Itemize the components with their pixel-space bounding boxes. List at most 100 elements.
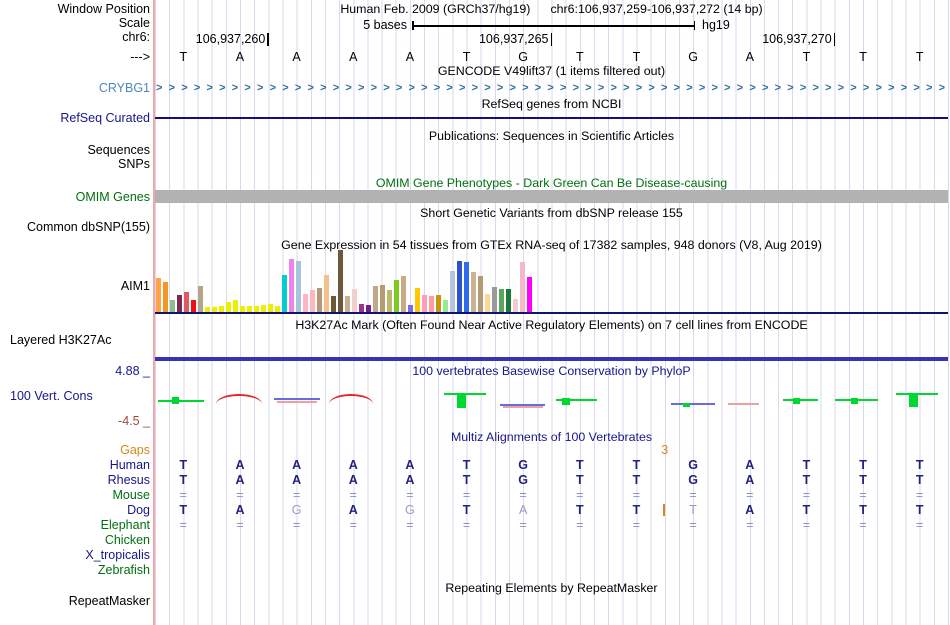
reference-base: A bbox=[745, 50, 754, 64]
gtex-bar[interactable] bbox=[519, 262, 525, 312]
phylop-line bbox=[783, 399, 818, 401]
refseq-curated-label[interactable]: RefSeq Curated bbox=[0, 111, 150, 125]
repeatmasker-track-title[interactable]: Repeating Elements by RepeatMasker bbox=[155, 581, 948, 595]
scalebar-label: 5 bases bbox=[363, 18, 407, 32]
gtex-baseline bbox=[155, 312, 948, 314]
align-base-elephant: = bbox=[406, 518, 414, 532]
gtex-bar[interactable] bbox=[323, 275, 329, 312]
align-base-human: T bbox=[576, 458, 584, 472]
gtex-bar[interactable] bbox=[155, 278, 161, 312]
align-base-human: T bbox=[462, 458, 471, 472]
refseq-track-title[interactable]: RefSeq genes from NCBI bbox=[155, 97, 948, 111]
gtex-bar[interactable] bbox=[393, 280, 399, 312]
gtex-bar[interactable] bbox=[386, 290, 392, 312]
phylop-line bbox=[277, 401, 317, 403]
gtex-bar[interactable] bbox=[456, 261, 462, 312]
gtex-bar[interactable] bbox=[337, 250, 343, 312]
align-base-elephant: = bbox=[859, 518, 867, 532]
gtex-bar[interactable] bbox=[351, 289, 357, 312]
gtex-bar[interactable] bbox=[176, 295, 182, 312]
gtex-bar[interactable] bbox=[449, 271, 455, 312]
align-base-dog: G bbox=[405, 503, 415, 517]
species-label-elephant[interactable]: Elephant bbox=[0, 518, 150, 532]
h3k27ac-signal-line[interactable] bbox=[155, 357, 948, 361]
h3k27ac-track-title[interactable]: H3K27Ac Mark (Often Found Near Active Re… bbox=[155, 318, 948, 332]
gtex-bar[interactable] bbox=[197, 286, 203, 312]
species-label-xtropicalis[interactable]: X_tropicalis bbox=[0, 548, 150, 562]
repeatmasker-label[interactable]: RepeatMasker bbox=[0, 594, 150, 608]
conservation-track-title[interactable]: 100 vertebrates Basewise Conservation by… bbox=[155, 364, 948, 378]
gtex-bar[interactable] bbox=[512, 299, 518, 312]
gtex-bar[interactable] bbox=[379, 285, 385, 312]
gtex-bar[interactable] bbox=[407, 305, 413, 312]
gencode-track-title[interactable]: GENCODE V49lift37 (1 items filtered out) bbox=[155, 64, 948, 78]
common-dbsnp-label[interactable]: Common dbSNP(155) bbox=[0, 220, 150, 234]
gtex-bar[interactable] bbox=[484, 294, 490, 312]
gtex-bar[interactable] bbox=[162, 282, 168, 312]
gtex-bar[interactable] bbox=[169, 300, 175, 312]
gtex-bar[interactable] bbox=[526, 277, 532, 312]
gtex-bar[interactable] bbox=[505, 289, 511, 312]
gtex-bar[interactable] bbox=[330, 296, 336, 312]
gtex-bar[interactable] bbox=[372, 286, 378, 312]
conservation-track-label[interactable]: 100 Vert. Cons bbox=[10, 389, 93, 403]
multiz-track-title[interactable]: Multiz Alignments of 100 Vertebrates bbox=[155, 430, 948, 444]
gtex-bar[interactable] bbox=[183, 292, 189, 312]
gtex-bar[interactable] bbox=[421, 295, 427, 312]
coordinate-label: 106,937,260 bbox=[195, 32, 266, 46]
species-label-rhesus[interactable]: Rhesus bbox=[0, 473, 150, 487]
gtex-bar[interactable] bbox=[428, 296, 434, 312]
phylop-box bbox=[793, 398, 800, 404]
omim-genes-label[interactable]: OMIM Genes bbox=[0, 190, 150, 204]
gtex-bar[interactable] bbox=[498, 289, 504, 312]
gtex-gene-label[interactable]: AIM1 bbox=[0, 279, 150, 293]
gtex-bar[interactable] bbox=[414, 288, 420, 312]
species-label-zebrafish[interactable]: Zebrafish bbox=[0, 563, 150, 577]
gtex-bar[interactable] bbox=[358, 304, 364, 312]
refseq-gene-line[interactable] bbox=[155, 117, 948, 119]
gtex-bar[interactable] bbox=[470, 272, 476, 312]
publications-snps-label[interactable]: SNPs bbox=[0, 157, 150, 171]
align-base-dog: T bbox=[462, 503, 471, 517]
align-base-elephant: = bbox=[802, 518, 811, 532]
species-label-dog[interactable]: Dog bbox=[0, 503, 150, 517]
omim-gene-bar[interactable] bbox=[155, 190, 948, 203]
dbsnp-track-title[interactable]: Short Genetic Variants from dbSNP releas… bbox=[155, 206, 948, 220]
species-label-gaps[interactable]: Gaps bbox=[0, 443, 150, 457]
gtex-bar[interactable] bbox=[463, 262, 469, 312]
gtex-bar[interactable] bbox=[190, 300, 196, 312]
publications-track-title[interactable]: Publications: Sequences in Scientific Ar… bbox=[155, 129, 948, 143]
gtex-bar[interactable] bbox=[232, 300, 238, 312]
omim-track-title[interactable]: OMIM Gene Phenotypes - Dark Green Can Be… bbox=[155, 176, 948, 190]
gtex-bar[interactable] bbox=[267, 304, 273, 312]
publications-sequences-label[interactable]: Sequences bbox=[0, 143, 150, 157]
align-base-dog: T bbox=[859, 503, 867, 517]
align-base-dog: T bbox=[915, 503, 924, 517]
gtex-bar[interactable] bbox=[344, 296, 350, 312]
species-label-chicken[interactable]: Chicken bbox=[0, 533, 150, 547]
layered-h3k27ac-label[interactable]: Layered H3K27Ac bbox=[10, 333, 111, 347]
gene-label-crybg1[interactable]: CRYBG1 bbox=[0, 81, 150, 95]
species-label-human[interactable]: Human bbox=[0, 458, 150, 472]
align-base-dog: A bbox=[348, 503, 358, 517]
gtex-bar[interactable] bbox=[477, 276, 483, 312]
gtex-bar[interactable] bbox=[400, 276, 406, 312]
align-base-mouse: = bbox=[519, 488, 527, 502]
gtex-track-title[interactable]: Gene Expression in 54 tissues from GTEx … bbox=[155, 238, 948, 252]
gtex-bar[interactable] bbox=[365, 305, 371, 312]
gtex-bar[interactable] bbox=[260, 305, 266, 312]
gtex-bar[interactable] bbox=[442, 300, 448, 312]
align-base-elephant: = bbox=[519, 518, 527, 532]
gtex-bar[interactable] bbox=[295, 261, 301, 312]
gtex-bar[interactable] bbox=[288, 259, 294, 312]
species-label-mouse[interactable]: Mouse bbox=[0, 488, 150, 502]
align-base-elephant: = bbox=[689, 518, 697, 532]
gtex-bar[interactable] bbox=[225, 302, 231, 312]
gtex-bar[interactable] bbox=[309, 290, 315, 312]
gtex-bar[interactable] bbox=[302, 294, 308, 312]
gene-strand-arrows[interactable]: >>>>>>>>>>>>>>>>>>>>>>>>>>>>>>>>>>>>>>>>… bbox=[156, 82, 948, 95]
gtex-bar[interactable] bbox=[491, 287, 497, 312]
gtex-bar[interactable] bbox=[435, 295, 441, 312]
gtex-bar[interactable] bbox=[316, 288, 322, 312]
gtex-bar[interactable] bbox=[281, 275, 287, 312]
